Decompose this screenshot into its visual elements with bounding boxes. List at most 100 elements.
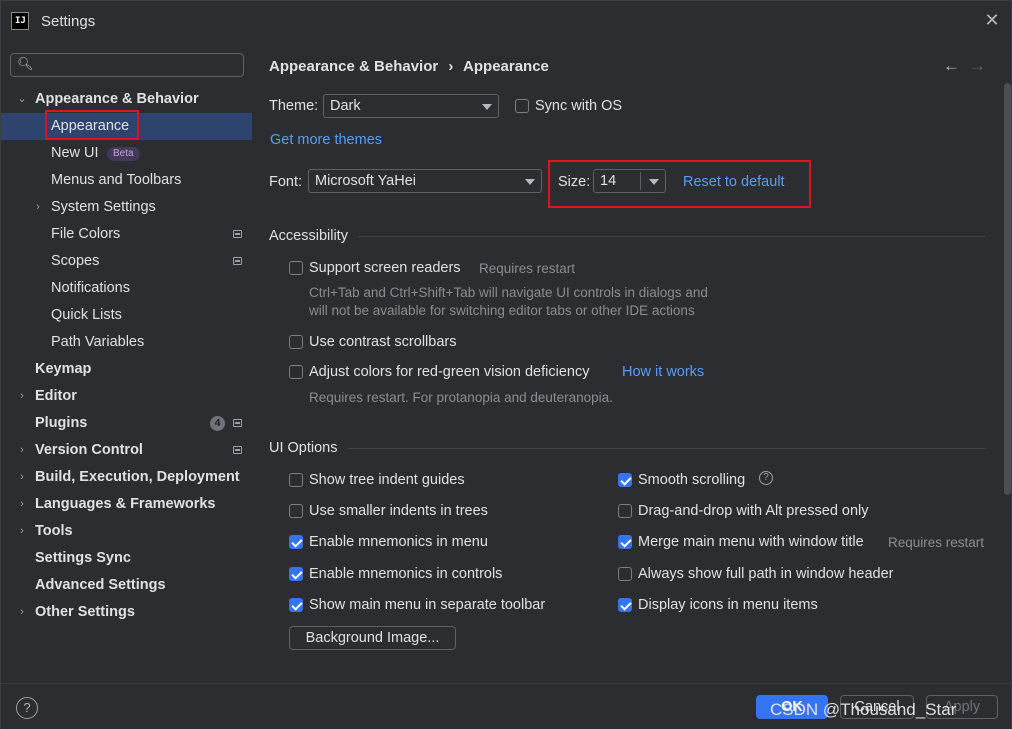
sidebar-item-keymap[interactable]: Keymap	[1, 356, 252, 383]
sidebar-item-quick-lists[interactable]: Quick Lists	[1, 302, 252, 329]
settings-page-icon	[233, 257, 242, 265]
color-deficiency-checkbox[interactable]	[289, 365, 303, 379]
smooth-scrolling-checkbox[interactable]	[618, 473, 632, 487]
breadcrumb-current: Appearance	[463, 58, 549, 75]
smaller-indents-label: Use smaller indents in trees	[309, 503, 488, 519]
csdn-watermark: CSDN @Thousand_Star	[770, 700, 957, 719]
chevron-right-icon: ›	[20, 606, 24, 618]
contrast-scrollbars-checkbox[interactable]	[289, 335, 303, 349]
back-arrow-icon[interactable]: ←	[943, 56, 960, 76]
breadcrumb-separator: ›	[448, 58, 454, 75]
font-select[interactable]: Microsoft YaHei	[308, 169, 542, 193]
sidebar-item-scopes[interactable]: Scopes	[1, 248, 252, 275]
section-divider	[358, 236, 985, 237]
mnemonics-menu-checkbox[interactable]	[289, 535, 303, 549]
search-input[interactable]: 🔍︎	[10, 53, 244, 77]
close-icon[interactable]: ✕	[981, 9, 1003, 31]
chevron-right-icon: ›	[36, 201, 40, 213]
sidebar-item-menus-toolbars[interactable]: Menus and Toolbars	[1, 167, 252, 194]
dialog-footer: ? OK Cancel Apply CSDN @Thousand_Star	[1, 683, 1011, 729]
theme-label: Theme:	[269, 98, 319, 114]
separate-toolbar-checkbox[interactable]	[289, 598, 303, 612]
contrast-scrollbars-label: Use contrast scrollbars	[309, 334, 457, 350]
chevron-right-icon: ›	[20, 498, 24, 510]
section-divider	[348, 448, 985, 449]
drag-drop-alt-label: Drag-and-drop with Alt pressed only	[638, 503, 869, 519]
sidebar-item-plugins[interactable]: Plugins 4	[1, 410, 252, 437]
screen-readers-desc-line2: will not be available for switching edit…	[309, 303, 695, 318]
merge-main-menu-checkbox[interactable]	[618, 535, 632, 549]
breadcrumb-parent[interactable]: Appearance & Behavior	[269, 58, 438, 75]
color-deficiency-label: Adjust colors for red-green vision defic…	[309, 364, 590, 380]
merge-main-menu-hint: Requires restart	[888, 535, 985, 550]
smaller-indents-checkbox[interactable]	[289, 504, 303, 518]
mnemonics-controls-checkbox[interactable]	[289, 567, 303, 581]
help-icon[interactable]: ?	[16, 697, 38, 719]
plugins-update-count: 4	[210, 416, 225, 431]
chevron-right-icon: ›	[20, 525, 24, 537]
chevron-down-icon	[482, 104, 492, 110]
smooth-scrolling-label: Smooth scrolling	[638, 472, 746, 488]
chevron-right-icon: ›	[20, 390, 24, 402]
sidebar-item-notifications[interactable]: Notifications	[1, 275, 252, 302]
content-scrollbar[interactable]	[1004, 83, 1011, 495]
merge-main-menu-label: Merge main menu with window title	[638, 534, 864, 550]
sidebar-item-appearance-behavior[interactable]: ⌄ Appearance & Behavior	[1, 86, 252, 113]
separate-toolbar-label: Show main menu in separate toolbar	[309, 597, 546, 613]
mnemonics-menu-label: Enable mnemonics in menu	[309, 534, 488, 550]
chevron-down-icon	[525, 179, 535, 185]
tree-indent-guides-checkbox[interactable]	[289, 473, 303, 487]
sidebar-item-tools[interactable]: › Tools	[1, 518, 252, 545]
sync-os-checkbox[interactable]	[515, 99, 529, 113]
help-icon[interactable]: ?	[759, 471, 773, 485]
background-image-button[interactable]: Background Image...	[289, 626, 456, 650]
settings-page-icon	[233, 419, 242, 427]
beta-badge: Beta	[107, 147, 140, 161]
tree-indent-guides-label: Show tree indent guides	[309, 472, 465, 488]
settings-page-icon	[233, 446, 242, 454]
font-size-combo[interactable]: 14	[593, 169, 666, 193]
ui-options-heading: UI Options	[269, 440, 338, 456]
how-it-works-link[interactable]: How it works	[622, 364, 704, 380]
color-deficiency-desc: Requires restart. For protanopia and deu…	[309, 390, 613, 405]
full-path-header-checkbox[interactable]	[618, 567, 632, 581]
chevron-right-icon: ›	[20, 444, 24, 456]
screen-readers-label: Support screen readers	[309, 260, 461, 276]
chevron-right-icon: ›	[20, 471, 24, 483]
full-path-header-label: Always show full path in window header	[638, 566, 894, 582]
sidebar-item-file-colors[interactable]: File Colors	[1, 221, 252, 248]
screen-readers-checkbox[interactable]	[289, 261, 303, 275]
settings-content: Appearance & Behavior › Appearance ← → T…	[252, 43, 1011, 683]
sidebar-item-version-control[interactable]: › Version Control	[1, 437, 252, 464]
window-title: Settings	[41, 13, 96, 30]
sidebar-item-system-settings[interactable]: › System Settings	[1, 194, 252, 221]
theme-select[interactable]: Dark	[323, 94, 499, 118]
chevron-down-icon: ⌄	[17, 93, 27, 105]
reset-to-default-link[interactable]: Reset to default	[683, 174, 785, 190]
sync-os-label: Sync with OS	[535, 98, 623, 114]
sidebar-item-languages-frameworks[interactable]: › Languages & Frameworks	[1, 491, 252, 518]
menu-icons-checkbox[interactable]	[618, 598, 632, 612]
chevron-down-icon	[649, 179, 659, 185]
sidebar-item-advanced-settings[interactable]: Advanced Settings	[1, 572, 252, 599]
screen-readers-hint: Requires restart	[479, 261, 576, 276]
get-more-themes-link[interactable]: Get more themes	[270, 132, 382, 148]
settings-dialog: IJ Settings ✕ 🔍︎ ⌄ Appearance & Behavior…	[0, 0, 1012, 729]
sidebar-item-settings-sync[interactable]: Settings Sync	[1, 545, 252, 572]
title-bar: IJ Settings ✕	[1, 1, 1011, 43]
mnemonics-controls-label: Enable mnemonics in controls	[309, 566, 503, 582]
highlight-box-appearance	[45, 110, 139, 140]
font-label: Font:	[269, 174, 303, 190]
size-label: Size:	[558, 174, 591, 190]
forward-arrow-icon[interactable]: →	[969, 56, 986, 76]
drag-drop-alt-checkbox[interactable]	[618, 504, 632, 518]
sidebar-item-other-settings[interactable]: › Other Settings	[1, 599, 252, 626]
intellij-app-icon: IJ	[11, 12, 29, 30]
breadcrumb: Appearance & Behavior › Appearance	[269, 58, 549, 75]
sidebar-item-path-variables[interactable]: Path Variables	[1, 329, 252, 356]
settings-sidebar: 🔍︎ ⌄ Appearance & Behavior Appearance Ne…	[1, 43, 252, 683]
sidebar-item-editor[interactable]: › Editor	[1, 383, 252, 410]
sidebar-item-build-execution-deployment[interactable]: › Build, Execution, Deployment	[1, 464, 252, 491]
sidebar-item-new-ui[interactable]: New UI Beta	[1, 140, 252, 167]
menu-icons-label: Display icons in menu items	[638, 597, 818, 613]
